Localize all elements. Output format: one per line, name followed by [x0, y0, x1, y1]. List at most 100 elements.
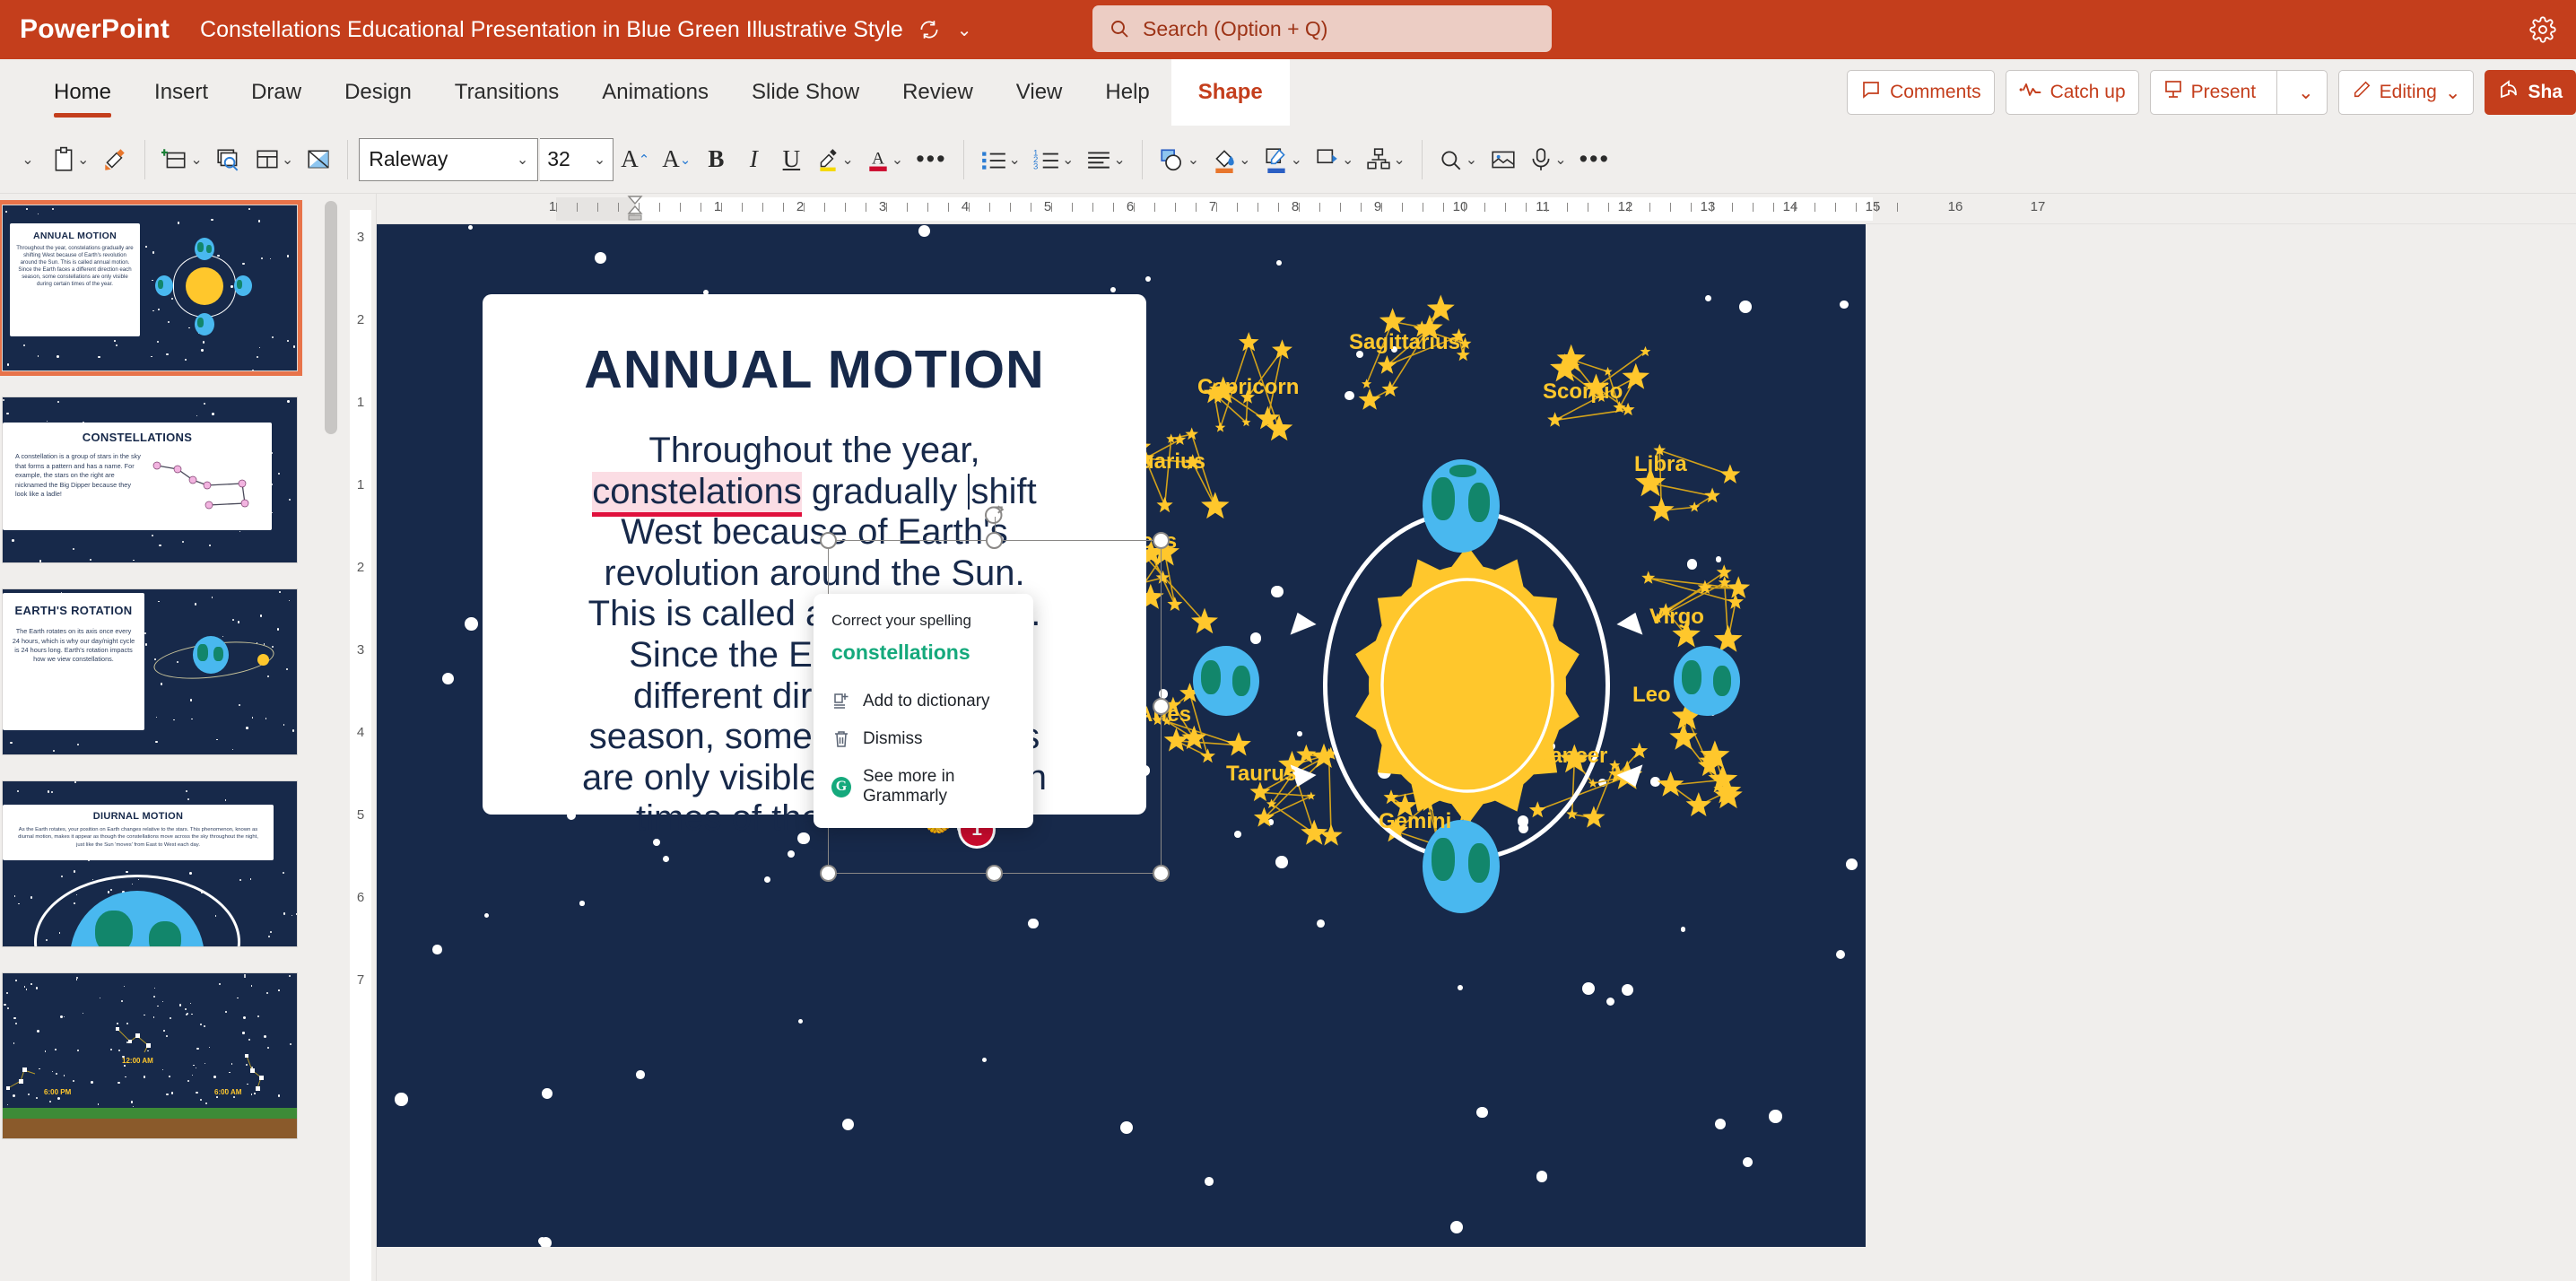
- editing-chevron-down-icon[interactable]: ⌄: [2445, 82, 2461, 104]
- search-bar[interactable]: Search (Option + Q): [1092, 5, 1552, 52]
- thumbnail-slide-5[interactable]: 6:00 PM 12:00 AM 6:00 AM: [2, 972, 298, 1139]
- share-button[interactable]: Sha: [2485, 70, 2576, 115]
- font-size-input[interactable]: 32 ⌄: [540, 138, 614, 181]
- shapes-icon[interactable]: ⌄: [1153, 135, 1205, 185]
- bold-icon[interactable]: B: [698, 135, 734, 185]
- picture-icon[interactable]: [1484, 135, 1522, 185]
- paste-icon[interactable]: ⌄: [47, 135, 94, 185]
- earth-left: [1193, 646, 1259, 716]
- zoom-icon[interactable]: ⌄: [1433, 135, 1483, 185]
- indent-marker[interactable]: [626, 196, 644, 219]
- layout-icon[interactable]: ⌄: [249, 135, 299, 185]
- tab-slide-show-label: Slide Show: [752, 80, 859, 105]
- tab-help[interactable]: Help: [1083, 59, 1171, 126]
- undo-chevron-icon[interactable]: ⌄: [9, 135, 45, 185]
- arrange-icon[interactable]: ⌄: [1361, 135, 1410, 185]
- tab-design[interactable]: Design: [323, 59, 433, 126]
- numbering-icon[interactable]: 1 2 3 ⌄: [1028, 135, 1079, 185]
- body-line-2-mid: gradually: [802, 472, 968, 511]
- tab-view[interactable]: View: [995, 59, 1084, 126]
- tab-home[interactable]: Home: [32, 59, 133, 126]
- thumb3-moon: [257, 654, 269, 666]
- theme-icon[interactable]: [300, 135, 336, 185]
- font-size-chevron-down-icon[interactable]: ⌄: [594, 151, 605, 169]
- dismiss-label: Dismiss: [863, 729, 923, 749]
- constellation-label-capricorn: Capricorn: [1197, 375, 1299, 400]
- constellation-label-cancer: Cancer: [1535, 744, 1607, 769]
- shape-effects-icon[interactable]: ⌄: [1310, 135, 1359, 185]
- see-more-grammarly-item[interactable]: G See more in Grammarly: [814, 758, 1033, 815]
- italic-icon[interactable]: I: [735, 135, 771, 185]
- font-name-chevron-down-icon[interactable]: ⌄: [517, 151, 528, 169]
- font-name-value: Raleway: [369, 147, 448, 171]
- tab-help-label: Help: [1105, 80, 1149, 105]
- shrink-font-icon[interactable]: A⌄: [657, 135, 696, 185]
- present-screen-icon: [2163, 79, 2183, 106]
- misspelled-word[interactable]: constelations: [592, 472, 801, 517]
- new-slide-icon[interactable]: ⌄: [156, 135, 207, 185]
- present-button[interactable]: Present ⌄: [2150, 70, 2328, 115]
- highlight-icon[interactable]: ⌄: [811, 135, 858, 185]
- editing-button[interactable]: Editing ⌄: [2338, 70, 2475, 115]
- slide-thumbnail-pane[interactable]: ANNUAL MOTION Throughout the year, const…: [0, 194, 344, 1281]
- add-to-dictionary-item[interactable]: Add to dictionary: [814, 683, 1033, 720]
- find-slide-icon[interactable]: [210, 135, 248, 185]
- thumb3-earth: [193, 636, 229, 674]
- align-icon[interactable]: ⌄: [1081, 135, 1130, 185]
- tab-shape[interactable]: Shape: [1171, 59, 1290, 126]
- tab-transitions[interactable]: Transitions: [433, 59, 580, 126]
- dismiss-item[interactable]: Dismiss: [814, 720, 1033, 758]
- ellipsis-icon[interactable]: •••: [1574, 135, 1615, 185]
- thumb3-title: EARTH'S ROTATION: [12, 604, 135, 618]
- format-painter-icon[interactable]: [96, 135, 134, 185]
- slide-canvas[interactable]: SagittariusCapricornScorpioAquariusLibra…: [377, 224, 1866, 1247]
- thumb4-body: As the Earth rotates, your position on E…: [13, 826, 263, 849]
- font-color-icon[interactable]: A ⌄: [861, 135, 909, 185]
- tab-slide-show[interactable]: Slide Show: [730, 59, 881, 126]
- grammarly-popup[interactable]: Correct your spelling constellations Add…: [814, 594, 1033, 828]
- grammarly-suggestion[interactable]: constellations: [814, 640, 1033, 683]
- present-chevron-down-icon[interactable]: ⌄: [2285, 71, 2327, 114]
- gear-icon[interactable]: [2529, 16, 2556, 43]
- grow-font-icon[interactable]: A⌃: [615, 135, 655, 185]
- slide-title: ANNUAL MOTION: [515, 339, 1114, 400]
- fill-icon[interactable]: ⌄: [1206, 135, 1256, 185]
- resize-handle-bc[interactable]: [986, 865, 1003, 882]
- thumbnail-slide-1[interactable]: ANNUAL MOTION Throughout the year, const…: [2, 205, 298, 371]
- tab-draw-label: Draw: [251, 80, 301, 105]
- tab-animations[interactable]: Animations: [580, 59, 730, 126]
- toolbar-divider-2: [347, 140, 348, 179]
- underline-icon[interactable]: U: [773, 135, 809, 185]
- tab-transitions-label: Transitions: [455, 80, 559, 105]
- tab-design-label: Design: [344, 80, 412, 105]
- see-more-grammarly-label: See more in Grammarly: [863, 767, 1015, 806]
- thumbnail-scrollbar-thumb[interactable]: [325, 201, 337, 434]
- thumbnail-slide-2[interactable]: CONSTELLATIONS A constellation is a grou…: [2, 396, 298, 563]
- title-chevron-down-icon[interactable]: ⌄: [957, 19, 972, 41]
- activity-icon: [2019, 80, 2042, 105]
- thumbnail-slide-3[interactable]: EARTH'S ROTATION The Earth rotates on it…: [2, 588, 298, 755]
- font-name-input[interactable]: Raleway ⌄: [359, 138, 538, 181]
- comments-button[interactable]: Comments: [1847, 70, 1995, 115]
- tab-insert[interactable]: Insert: [133, 59, 230, 126]
- thumbnail-scrollbar-track[interactable]: [328, 194, 341, 1281]
- tab-draw[interactable]: Draw: [230, 59, 323, 126]
- search-input[interactable]: Search (Option + Q): [1143, 17, 1327, 41]
- tab-review[interactable]: Review: [881, 59, 995, 126]
- outline-icon[interactable]: ⌄: [1258, 135, 1308, 185]
- thumb1-title: ANNUAL MOTION: [16, 231, 134, 241]
- sync-icon[interactable]: [918, 18, 941, 41]
- bullets-icon[interactable]: ⌄: [975, 135, 1026, 185]
- more-text-options-icon[interactable]: •••: [910, 135, 952, 185]
- horizontal-ruler[interactable]: 11234567891011121314151617: [377, 194, 2576, 224]
- tab-animations-label: Animations: [602, 80, 709, 105]
- pencil-icon: [2352, 79, 2371, 106]
- document-title[interactable]: Constellations Educational Presentation …: [200, 17, 903, 43]
- thumb2-body: A constellation is a group of stars in t…: [15, 452, 141, 500]
- thumbnail-slide-4[interactable]: DIURNAL MOTION As the Earth rotates, you…: [2, 780, 298, 947]
- resize-handle-bl[interactable]: [820, 865, 837, 882]
- constellation-label-libra: Libra: [1634, 452, 1687, 477]
- tab-insert-label: Insert: [154, 80, 208, 105]
- dictate-icon[interactable]: ⌄: [1524, 135, 1571, 185]
- catch-up-button[interactable]: Catch up: [2006, 70, 2139, 115]
